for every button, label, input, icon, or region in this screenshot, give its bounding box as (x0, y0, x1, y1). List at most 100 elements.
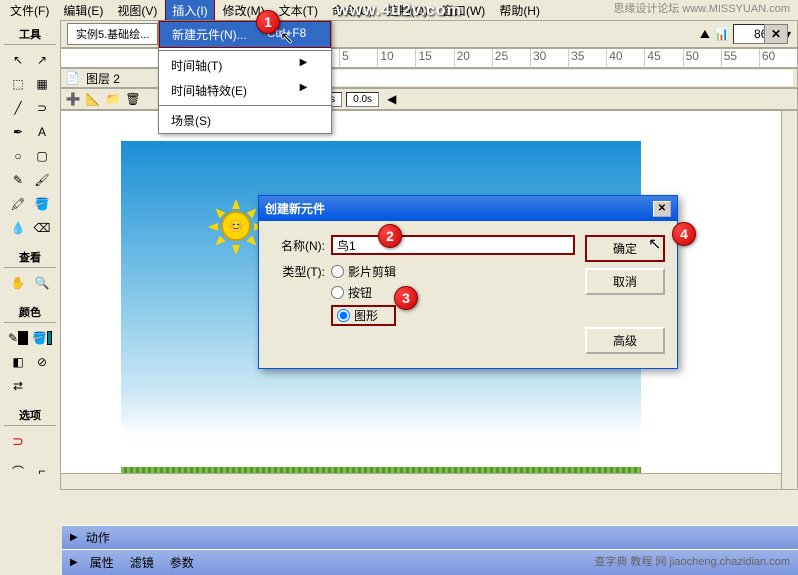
tools-title: 工具 (4, 24, 56, 45)
menu-text[interactable]: 文本(T) (273, 0, 324, 21)
layer-icon: 📄 (65, 71, 80, 85)
ruler-tick: 20 (454, 49, 492, 67)
oval-tool[interactable]: ○ (7, 145, 29, 167)
color-black-white[interactable]: ◧ (7, 351, 29, 373)
pencil-tool[interactable]: ✎ (7, 169, 29, 191)
ruler-tick: 35 (568, 49, 606, 67)
chevron-right-icon: ▶ (300, 82, 308, 99)
menu-help[interactable]: 帮助(H) (493, 0, 546, 21)
actions-label: 动作 (86, 529, 110, 546)
ruler-tick: 10 (377, 49, 415, 67)
symbol-name-input[interactable] (331, 235, 575, 255)
dropdown-new-symbol[interactable]: 新建元件(N)... Ctrl+F8 (159, 21, 331, 48)
menu-insert[interactable]: 插入(I) (165, 0, 214, 22)
dropdown-separator (159, 105, 331, 106)
dropdown-timeline[interactable]: 时间轴(T)▶ (159, 53, 331, 78)
create-symbol-dialog: 创建新元件 ✕ 名称(N): 类型(T): 影片剪辑 按钮 图形 (258, 195, 678, 369)
ruler-tick: 5 (339, 49, 377, 67)
callout-1: 1 (256, 10, 280, 34)
cancel-button[interactable]: 取消 (585, 268, 665, 295)
ruler-tick: 55 (721, 49, 759, 67)
free-transform-tool[interactable]: ⬚ (7, 73, 29, 95)
dropdown-scene[interactable]: 场景(S) (159, 108, 331, 133)
eyedropper-tool[interactable]: 💧 (7, 217, 29, 239)
advanced-button[interactable]: 高级 (585, 327, 665, 354)
ruler-tick: 25 (492, 49, 530, 67)
ink-bottle-tool[interactable]: 🖍 (7, 193, 29, 215)
selection-tool[interactable]: ↖ (7, 49, 29, 71)
ruler-tick: 40 (606, 49, 644, 67)
ruler-tick: 60 (759, 49, 797, 67)
subselection-tool[interactable]: ↗ (31, 49, 53, 71)
ruler-tick: 45 (644, 49, 682, 67)
lasso-tool[interactable]: ⊃ (31, 97, 53, 119)
color-swap[interactable]: ⇄ (7, 375, 29, 397)
cursor-icon: ↖ (648, 234, 661, 254)
actions-panel-bar[interactable]: ▶ 动作 (62, 525, 798, 549)
type-graphic-radio[interactable]: 图形 (331, 305, 396, 326)
properties-tab[interactable]: 属性 (86, 553, 118, 572)
scene-icon[interactable]: ⛰ (700, 27, 710, 42)
stroke-color[interactable]: ✎ (7, 327, 29, 349)
tools-panel: 工具 ↖ ↗ ⬚ ▦ ╱ ⊃ ✒ A ○ ▢ ✎ 🖌 🖍 🪣 💧 ⌫ 查看 ✋ … (0, 20, 60, 560)
sun-face-icon: 😊 (221, 211, 251, 241)
options-title: 选项 (4, 405, 56, 426)
params-tab[interactable]: 参数 (166, 553, 198, 572)
add-guide-icon[interactable]: 📐 (85, 91, 101, 107)
add-folder-icon[interactable]: 📁 (105, 91, 121, 107)
callout-2: 2 (378, 224, 402, 248)
color-none[interactable]: ⊘ (31, 351, 53, 373)
text-tool[interactable]: A (31, 121, 53, 143)
filters-tab[interactable]: 滤镜 (126, 553, 158, 572)
sun-graphic[interactable]: 😊 (211, 201, 261, 251)
delete-layer-icon[interactable]: 🗑 (125, 91, 141, 107)
fill-color[interactable]: 🪣 (31, 327, 53, 349)
dialog-title-text: 创建新元件 (265, 200, 325, 217)
type-label: 类型(T): (271, 263, 325, 280)
timeline-scroll-left-icon[interactable]: ◀ (387, 92, 396, 106)
add-layer-icon[interactable]: ➕ (65, 91, 81, 107)
ruler-tick: 15 (415, 49, 453, 67)
window-close-button[interactable]: ✕ (764, 24, 788, 44)
brush-tool[interactable]: 🖌 (31, 169, 53, 191)
menu-view[interactable]: 视图(V) (111, 0, 163, 21)
type-movieclip-radio[interactable]: 影片剪辑 (331, 263, 396, 280)
rectangle-tool[interactable]: ▢ (31, 145, 53, 167)
paint-bucket-tool[interactable]: 🪣 (31, 193, 53, 215)
name-label: 名称(N): (271, 237, 325, 254)
horizontal-scrollbar[interactable] (61, 473, 781, 489)
type-button-radio[interactable]: 按钮 (331, 284, 396, 301)
vertical-scrollbar[interactable] (781, 111, 797, 489)
insert-dropdown: 新建元件(N)... Ctrl+F8 时间轴(T)▶ 时间轴特效(E)▶ 场景(… (158, 20, 332, 134)
pen-tool[interactable]: ✒ (7, 121, 29, 143)
dropdown-new-symbol-label: 新建元件(N)... (172, 26, 247, 43)
layer-name[interactable]: 图层 2 (86, 70, 166, 87)
footer-credit: 查字典 教程 网 jiaocheng.chazidian.com (594, 553, 790, 569)
callout-4: 4 (672, 222, 696, 246)
gradient-tool[interactable]: ▦ (31, 73, 53, 95)
ruler-tick: 50 (683, 49, 721, 67)
dropdown-timeline-fx[interactable]: 时间轴特效(E)▶ (159, 78, 331, 103)
zoom-tool[interactable]: 🔍 (31, 272, 53, 294)
line-tool[interactable]: ╱ (7, 97, 29, 119)
symbol-nav-icon[interactable]: 📊 (714, 27, 729, 41)
cursor-icon: ↖ (280, 28, 293, 48)
dropdown-separator (159, 50, 331, 51)
chevron-right-icon: ▶ (300, 57, 308, 74)
color-title: 颜色 (4, 302, 56, 323)
document-tab[interactable]: 实例5.基础绘... (67, 23, 158, 45)
expand-arrow-icon: ▶ (70, 557, 78, 568)
straighten-option[interactable]: ⌐ (31, 460, 53, 482)
dialog-close-button[interactable]: ✕ (653, 201, 671, 217)
menu-edit[interactable]: 编辑(E) (57, 0, 109, 21)
watermark-text: www.4u2v.com (336, 2, 462, 20)
smooth-option[interactable]: ⌒ (7, 460, 29, 482)
eraser-tool[interactable]: ⌫ (31, 217, 53, 239)
hand-tool[interactable]: ✋ (7, 272, 29, 294)
dialog-titlebar[interactable]: 创建新元件 ✕ (259, 196, 677, 221)
callout-3: 3 (394, 286, 418, 310)
snap-magnet-icon[interactable]: ⊃ (7, 430, 29, 452)
view-title: 查看 (4, 247, 56, 268)
menu-file[interactable]: 文件(F) (4, 0, 55, 21)
top-right-credit: 思缘设计论坛 www.MISSYUAN.com (613, 0, 790, 16)
